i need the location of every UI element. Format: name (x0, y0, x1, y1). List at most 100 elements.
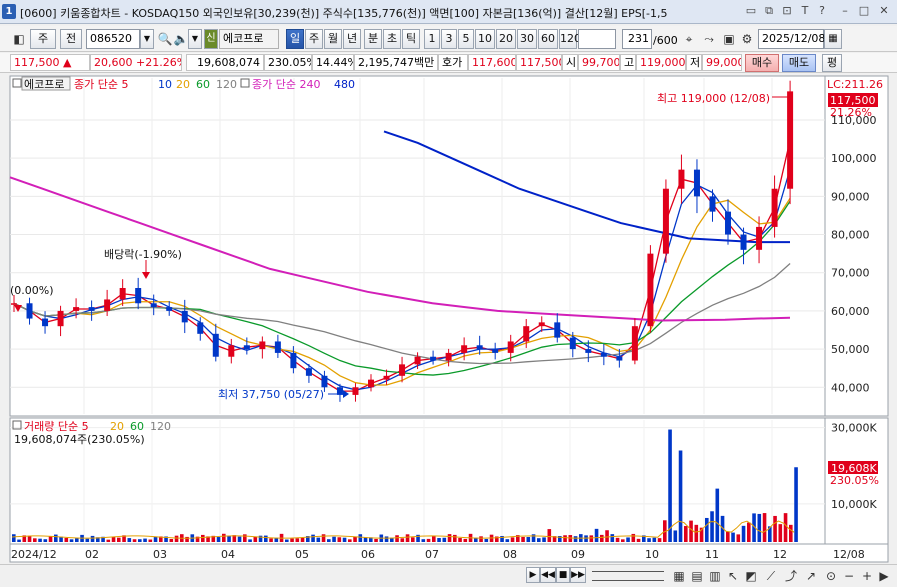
chart-type-icon[interactable]: ⤳ (700, 29, 718, 49)
interval-1-button[interactable]: 1 (424, 29, 440, 49)
price-candle (228, 345, 235, 357)
volume-bar (647, 538, 651, 542)
maximize-icon[interactable]: □ (857, 4, 871, 18)
cursor-icon[interactable]: ↖ (724, 566, 742, 586)
interval-60-button[interactable]: 60 (538, 29, 558, 49)
scroll-forward-icon[interactable]: ▶▶ (570, 567, 586, 583)
volume-bar (463, 538, 468, 542)
price-candle (368, 379, 375, 388)
volume-bar (12, 534, 16, 542)
scroll-back-icon[interactable]: ◀◀ (540, 567, 556, 583)
interval-20-button[interactable]: 20 (496, 29, 516, 49)
volume-bar (458, 538, 462, 542)
crosshair-icon[interactable]: ⌖ (680, 29, 698, 49)
volume-bar (127, 538, 132, 542)
speaker-dropdown-icon[interactable]: ▼ (188, 29, 202, 49)
grid2-icon[interactable]: ▤ (688, 566, 706, 586)
close-icon[interactable]: ✕ (877, 4, 891, 18)
settings-icon[interactable]: ⚙ (738, 29, 756, 49)
help-icon[interactable]: ? (815, 4, 829, 18)
period-year-button[interactable]: 년 (343, 29, 361, 49)
volume-value: 19,608,074주(230.05%) (14, 433, 145, 446)
volume-bar (563, 535, 567, 542)
arrow-tool-icon[interactable]: ↗ (802, 566, 820, 586)
low-label: 저 (686, 54, 702, 71)
code-dropdown-icon[interactable]: ▼ (140, 29, 154, 49)
zoom-in-icon[interactable]: + (858, 566, 876, 586)
scroll-start-icon[interactable]: ▶ (526, 567, 540, 583)
volume-bar (148, 539, 153, 542)
grid-icon[interactable]: ▦ (670, 566, 688, 586)
volume-bar (736, 534, 741, 542)
period-minute-button[interactable]: 분 (364, 29, 382, 49)
price-tick-label: 50,000 (831, 343, 870, 356)
ask-price: 117,600 (468, 54, 516, 71)
date-tick-label: 07 (425, 548, 439, 561)
interval-10-button[interactable]: 10 (475, 29, 495, 49)
lock-icon[interactable]: ⊡ (780, 4, 794, 18)
volume-bar (54, 534, 58, 542)
save-icon[interactable]: ▣ (720, 29, 738, 49)
stop-icon[interactable]: ■ (556, 567, 570, 583)
chart-toolbar: ◧ 주 전 086520 ▼ 🔍 🔈 ▼ 신 에코프로 일 주 월 년 분 초 … (0, 26, 897, 52)
layout-icon[interactable]: ◧ (10, 29, 28, 49)
prev-button[interactable]: 전 (60, 29, 82, 49)
volume-bar (90, 535, 95, 542)
volume-bar (668, 429, 672, 542)
zoom-slider[interactable] (592, 571, 664, 581)
volume-bar (75, 538, 79, 542)
line-tool-icon[interactable]: ⟋ (762, 566, 780, 586)
period-day-button[interactable]: 일 (286, 29, 304, 49)
price-candle (88, 307, 95, 311)
date-tick-label: 02 (85, 548, 99, 561)
restore-icon[interactable]: ⧉ (762, 4, 776, 18)
avg-button[interactable]: 평 (822, 54, 842, 72)
volume-bar (85, 538, 90, 542)
interval-120-button[interactable]: 120 (559, 29, 581, 49)
volume-bar (731, 532, 735, 542)
volume-bar (353, 536, 357, 542)
trend-tool-icon[interactable]: ⤴ (782, 566, 800, 586)
price-change: 20,600 +21.26% (90, 54, 182, 71)
count-input[interactable]: 231 (622, 29, 652, 49)
mode-select[interactable]: 주 (30, 29, 56, 49)
minimize-icon[interactable]: – (838, 4, 852, 18)
period-week-button[interactable]: 주 (305, 29, 323, 49)
volume-bar (64, 538, 69, 542)
stock-name: 에코프로 (219, 29, 279, 49)
price-tick-label: 60,000 (831, 305, 870, 318)
interval-3-button[interactable]: 3 (441, 29, 457, 49)
buy-button[interactable]: 매수 (745, 54, 779, 72)
volume-bar (715, 488, 720, 542)
zoom-icon[interactable]: ⊙ (822, 566, 840, 586)
chart-icon[interactable]: ◩ (742, 566, 760, 586)
calendar-icon[interactable]: ▦ (824, 29, 842, 49)
period-month-button[interactable]: 월 (324, 29, 342, 49)
volume-legend-60: 60 (130, 420, 144, 433)
volume-bar (453, 534, 457, 542)
volume-bar (411, 537, 415, 542)
zoom-out-icon[interactable]: − (840, 566, 858, 586)
date-input[interactable]: 2025/12/08 (758, 29, 825, 49)
chart-area[interactable]: 110,000 100,000 90,000 80,000 70,000 60,000 50… (0, 74, 897, 564)
volume-bar (505, 539, 510, 542)
volume-bar (594, 528, 599, 542)
period-tick-button[interactable]: 틱 (402, 29, 420, 49)
volume-bar (510, 537, 515, 542)
interval-30-button[interactable]: 30 (517, 29, 537, 49)
volume-bar (358, 534, 363, 542)
price-candle (135, 288, 142, 304)
date-tick-label: 06 (361, 548, 375, 561)
stock-code-input[interactable]: 086520 (86, 29, 140, 49)
period-second-button[interactable]: 초 (383, 29, 401, 49)
volume-bar (568, 535, 573, 542)
interval-5-button[interactable]: 5 (458, 29, 474, 49)
volume-bar (747, 522, 751, 542)
sell-button[interactable]: 매도 (782, 54, 816, 72)
volume-bar (673, 530, 678, 542)
panel-icon[interactable]: ▥ (706, 566, 724, 586)
link-icon[interactable]: ▭ (744, 4, 758, 18)
next-icon[interactable]: ▶ (875, 566, 893, 586)
font-size-icon[interactable]: T (798, 4, 812, 18)
custom-interval-select[interactable] (578, 29, 616, 49)
